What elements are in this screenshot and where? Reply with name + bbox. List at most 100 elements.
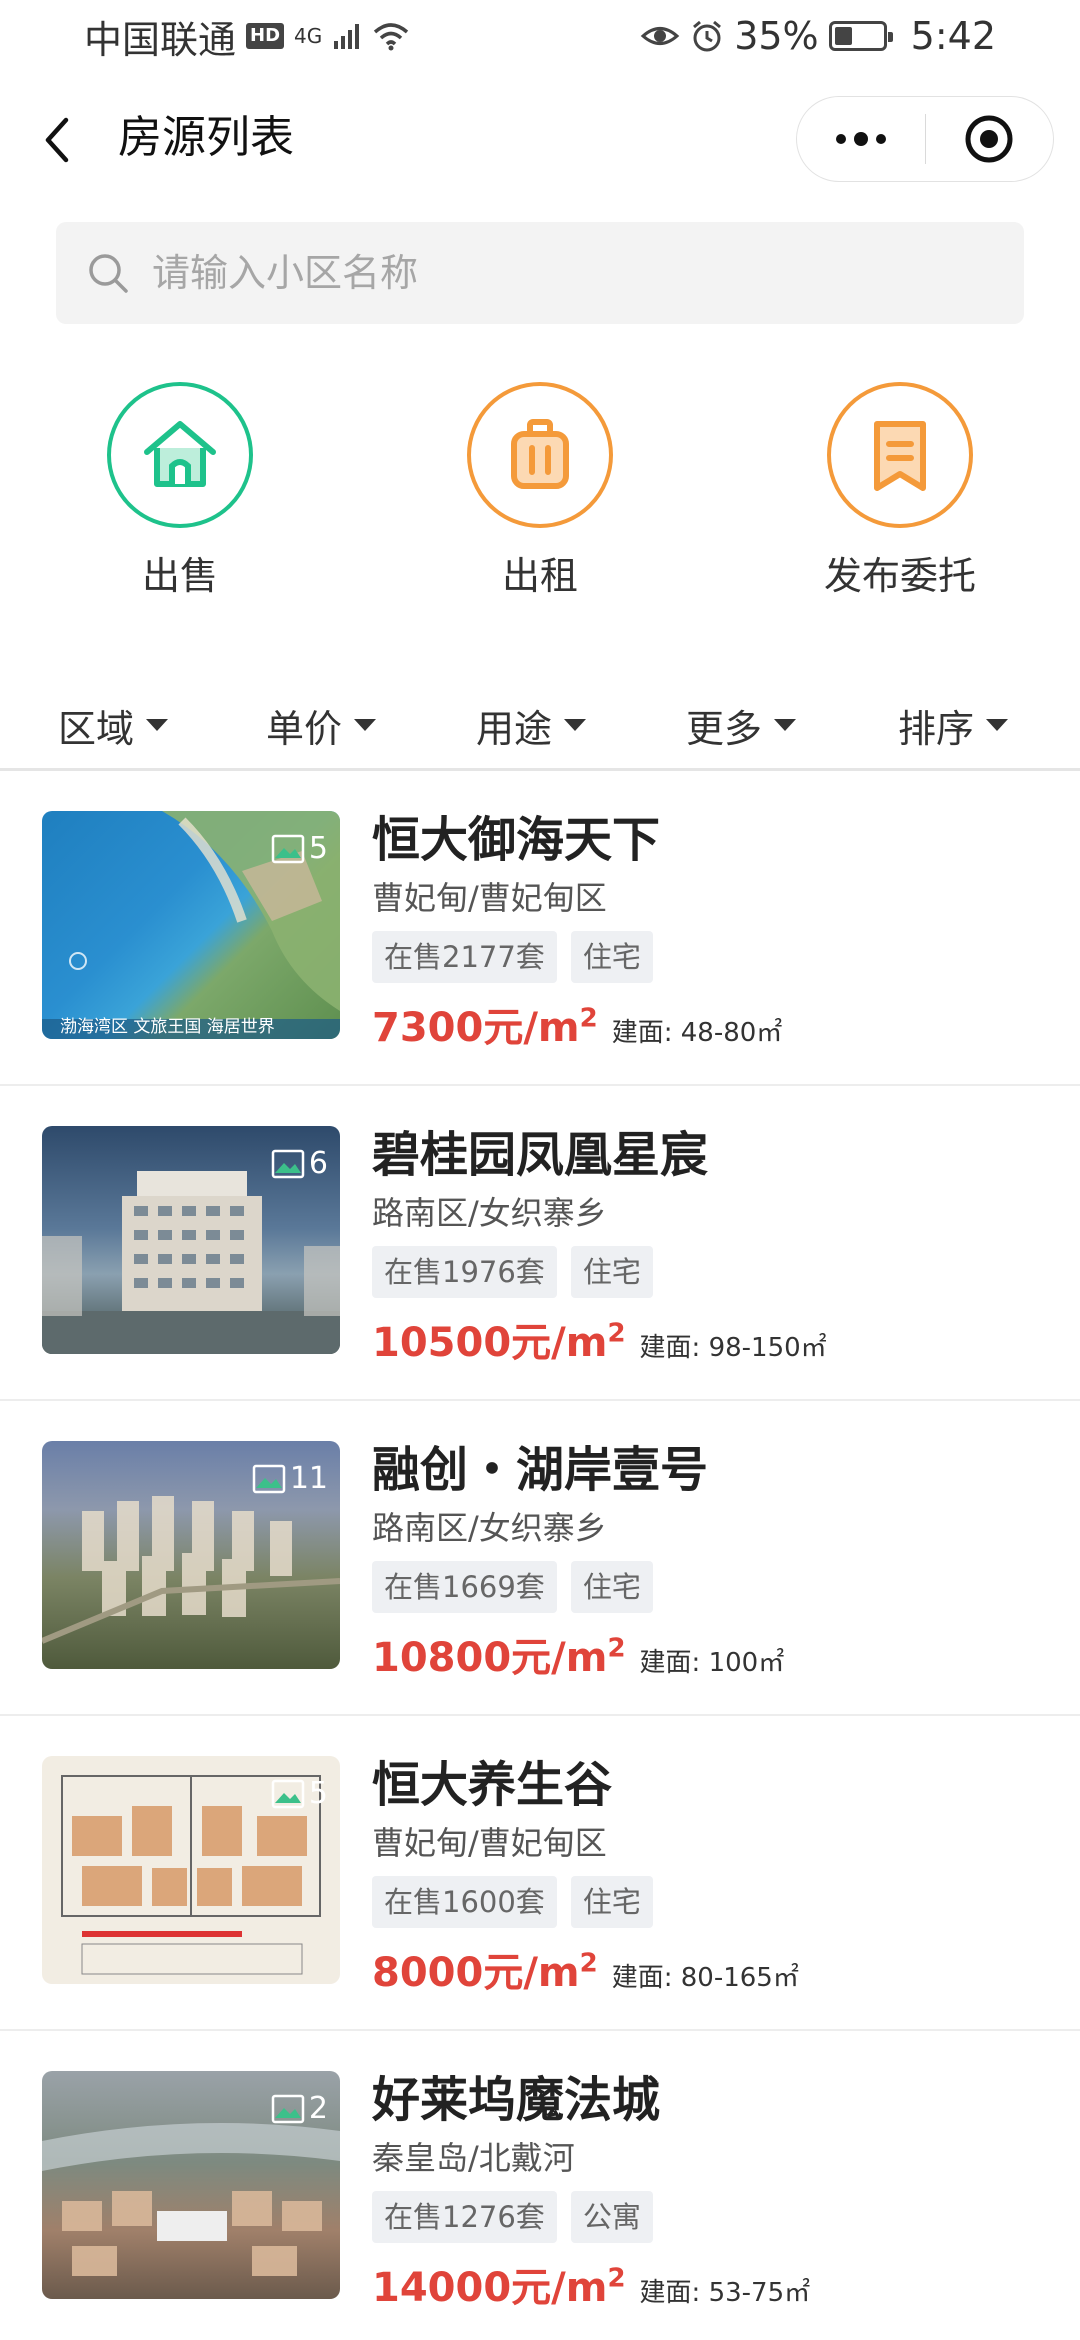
listing-item[interactable]: 5 恒大养生谷 曹妃甸/曹妃甸区 在售1600套 住宅 8000元/m2 建面:… [0,1716,1080,2031]
listing-thumbnail[interactable]: 6 [42,1126,340,1354]
listing-info: 恒大御海天下 曹妃甸/曹妃甸区 在售2177套 住宅 7300元/m2 建面: … [372,809,1062,1053]
back-button[interactable] [36,114,84,166]
mini-program-capsule [796,96,1054,182]
price-value: 10500元/m [372,1320,608,1366]
caret-down-icon [774,719,797,731]
battery-percent: 35% [734,14,819,58]
filter-label: 用途 [476,706,553,751]
usage-tag: 住宅 [570,931,653,983]
on-sale-tag: 在售1600套 [372,1876,557,1928]
photo-count-value: 5 [308,831,328,866]
search-input[interactable] [152,251,952,295]
on-sale-tag: 在售1276套 [372,2191,557,2243]
photo-count: 5 [271,1776,328,1811]
price-value: 10800元/m [372,1635,608,1681]
page-title: 房源列表 [118,112,294,163]
house-icon [144,421,216,487]
listing-price: 7300元/m2 [372,1003,598,1051]
price-value: 14000元/m [372,2265,608,2311]
category-rent[interactable]: 出租 [430,382,650,602]
image-icon [271,834,305,863]
image-icon [271,1149,305,1178]
listing-thumbnail[interactable]: 5 [42,1756,340,1984]
status-bar: 中国联通 HD 4G 35% 5:42 [0,0,1080,72]
filter-usage[interactable]: 用途 [476,680,587,770]
listing-name: 恒大御海天下 [372,812,661,868]
build-area: 建面: 53-75㎡ [639,2278,811,2308]
price-row: 8000元/m2 建面: 80-165㎡ [372,1940,1062,1998]
price-row: 10800元/m2 建面: 100㎡ [372,1625,1062,1683]
listing-tags: 在售1600套 住宅 [372,1876,1062,1928]
listing-name: 恒大养生谷 [372,1757,613,1813]
listing-thumbnail[interactable]: 渤海湾区 文旅王国 海居世界 5 [42,811,340,1039]
listing-tags: 在售1669套 住宅 [372,1561,1062,1613]
filter-unit-price[interactable]: 单价 [266,680,377,770]
filter-bar: 区域 单价 用途 更多 排序 [0,680,1080,770]
search-icon [89,254,128,293]
filter-more[interactable]: 更多 [686,680,797,770]
nav-bar: 房源列表 [0,88,1080,188]
listing-price: 10800元/m2 [372,1633,626,1681]
listing-tags: 在售1276套 公寓 [372,2191,1062,2243]
price-value: 8000元/m [372,1950,580,1996]
listing-info: 融创・湖岸壹号 路南区/女织寨乡 在售1669套 住宅 10800元/m2 建面… [372,1439,1062,1683]
photo-count: 6 [271,1146,328,1181]
category-entrust[interactable]: 发布委托 [790,382,1010,602]
listing-item[interactable]: 11 融创・湖岸壹号 路南区/女织寨乡 在售1669套 住宅 10800元/m2… [0,1401,1080,1716]
on-sale-tag: 在售1669套 [372,1561,557,1613]
caret-down-icon [354,719,377,731]
listing-price: 10500元/m2 [372,1318,626,1366]
category-sale[interactable]: 出售 [70,382,290,602]
listing-area: 曹妃甸/曹妃甸区 [372,879,607,917]
clock-time: 5:42 [910,14,996,58]
price-value: 7300元/m [372,1005,580,1051]
target-icon [965,115,1013,163]
filter-label: 区域 [58,706,135,751]
listing-item[interactable]: 2 好莱坞魔法城 秦皇岛/北戴河 在售1276套 公寓 14000元/m2 建面… [0,2031,1080,2340]
image-icon [271,1779,305,1808]
listing-area: 曹妃甸/曹妃甸区 [372,1824,607,1862]
caret-down-icon [146,719,169,731]
hd-badge: HD [246,23,285,49]
more-button[interactable] [797,96,925,182]
photo-count: 2 [271,2091,328,2126]
listing-tags: 在售2177套 住宅 [372,931,1062,983]
photo-count: 11 [252,1461,328,1496]
price-row: 7300元/m2 建面: 48-80㎡ [372,995,1062,1053]
filter-region[interactable]: 区域 [58,680,169,770]
build-area: 建面: 80-165㎡ [611,1963,799,1993]
status-left: 中国联通 HD 4G [84,9,410,64]
wifi-icon [374,23,409,51]
filter-sort[interactable]: 排序 [898,680,1009,770]
filter-label: 排序 [898,706,975,751]
listing-area: 路南区/女织寨乡 [372,1194,607,1232]
on-sale-tag: 在售2177套 [372,931,557,983]
usage-tag: 公寓 [570,2191,653,2243]
photo-count-value: 2 [308,2091,328,2126]
usage-tag: 住宅 [570,1876,653,1928]
listing-name: 碧桂园凤凰星宸 [372,1127,709,1183]
search-bar[interactable] [56,222,1024,324]
alarm-icon [693,20,722,52]
category-shortcuts: 出售 出租 发布委托 [0,382,1080,612]
listing-thumbnail[interactable]: 2 [42,2071,340,2299]
listing-thumbnail[interactable]: 11 [42,1441,340,1669]
listing-item[interactable]: 6 碧桂园凤凰星宸 路南区/女织寨乡 在售1976套 住宅 10500元/m2 … [0,1086,1080,1401]
bookmark-icon [874,421,926,491]
close-program-button[interactable] [926,96,1054,182]
filter-label: 单价 [266,706,343,751]
listing-name: 融创・湖岸壹号 [372,1442,709,1498]
on-sale-tag: 在售1976套 [372,1246,557,1298]
battery-icon [828,21,893,51]
entrust-ring [827,382,973,528]
listing-area: 路南区/女织寨乡 [372,1509,607,1547]
caret-down-icon [564,719,587,731]
category-label: 出售 [141,554,218,598]
listing-info: 好莱坞魔法城 秦皇岛/北戴河 在售1276套 公寓 14000元/m2 建面: … [372,2069,1062,2313]
listing-price: 8000元/m2 [372,1948,598,1996]
eye-icon [640,27,680,45]
listing-item[interactable]: 渤海湾区 文旅王国 海居世界 5 恒大御海天下 曹妃甸/曹妃甸区 在售2177套… [0,771,1080,1086]
filter-label: 更多 [686,706,763,751]
image-icon [252,1464,286,1493]
build-area: 建面: 100㎡ [639,1648,785,1678]
